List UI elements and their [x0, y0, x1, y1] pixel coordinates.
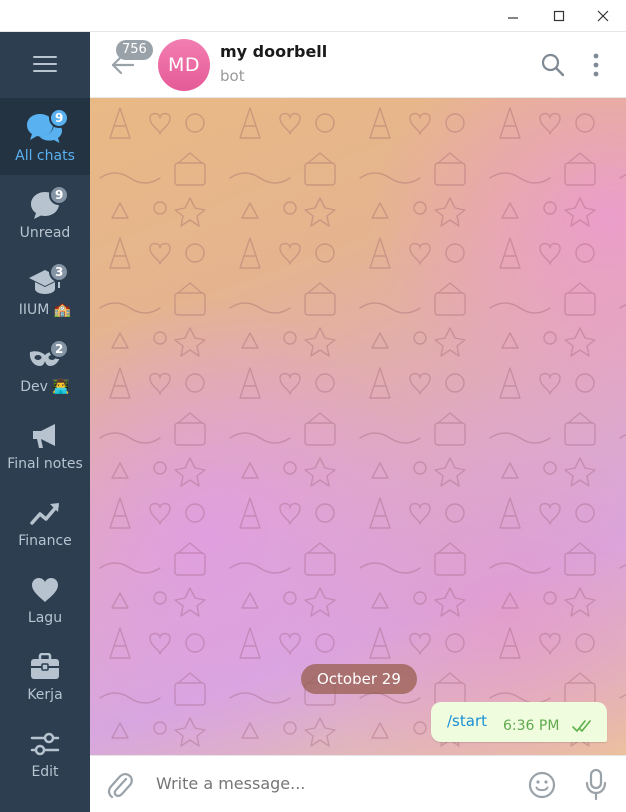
- folder-finance[interactable]: Finance: [0, 483, 90, 560]
- megaphone-icon: [25, 418, 65, 454]
- folder-label: Edit: [31, 764, 59, 780]
- folder-label: Unread: [19, 225, 71, 241]
- maximize-icon: [553, 10, 565, 22]
- smiley-icon: [528, 771, 556, 799]
- more-vertical-icon: [593, 53, 599, 77]
- attach-button[interactable]: [106, 770, 134, 800]
- close-icon: [597, 10, 609, 22]
- folders-sidebar: 9 All chats 9 Unread 3 IIUM 🏫: [0, 32, 90, 812]
- main-menu-button[interactable]: [0, 32, 90, 96]
- double-check-icon: [572, 720, 591, 732]
- folder-label: IIUM 🏫: [18, 302, 72, 318]
- microphone-icon: [585, 768, 607, 801]
- back-unread-count: 756: [116, 40, 153, 60]
- folder-label: Kerja: [27, 687, 63, 703]
- folder-kerja[interactable]: Kerja: [0, 637, 90, 714]
- avatar[interactable]: MD: [158, 39, 210, 91]
- emoji-button[interactable]: [527, 770, 557, 800]
- folder-label: All chats: [15, 148, 75, 164]
- date-separator: October 29: [301, 664, 417, 694]
- folder-final-notes[interactable]: Final notes: [0, 406, 90, 483]
- more-menu-button[interactable]: [584, 50, 608, 80]
- folder-label: Dev 👨‍💻: [20, 379, 70, 395]
- unread-badge: 3: [49, 262, 70, 282]
- folder-iium[interactable]: 3 IIUM 🏫: [0, 252, 90, 329]
- unread-badge: 9: [49, 108, 70, 128]
- unread-badge: 9: [49, 185, 70, 205]
- folder-all-chats[interactable]: 9 All chats: [0, 98, 90, 175]
- folder-label: Final notes: [7, 456, 83, 472]
- message-composer: [90, 755, 626, 812]
- chat-title[interactable]: my doorbell: [220, 42, 327, 61]
- folder-edit[interactable]: Edit: [0, 714, 90, 791]
- close-button[interactable]: [580, 0, 626, 32]
- search-button[interactable]: [538, 50, 568, 80]
- minimize-button[interactable]: [490, 0, 536, 32]
- maximize-button[interactable]: [536, 0, 582, 32]
- briefcase-icon: [25, 649, 65, 685]
- heart-icon: [25, 572, 65, 608]
- wallpaper-pattern: [90, 98, 626, 755]
- voice-record-button[interactable]: [583, 768, 609, 802]
- chat-header: 756 MD my doorbell bot: [90, 32, 626, 98]
- unread-badge: 2: [49, 339, 70, 359]
- paperclip-icon: [107, 773, 133, 799]
- window-titlebar: [0, 0, 626, 32]
- search-icon: [541, 53, 565, 77]
- sliders-icon: [25, 726, 65, 762]
- folder-unread[interactable]: 9 Unread: [0, 175, 90, 252]
- message-time: 6:36 PM: [503, 718, 560, 734]
- folder-label: Lagu: [27, 610, 63, 626]
- folder-label: Finance: [18, 533, 72, 549]
- message-text[interactable]: /start: [447, 712, 487, 730]
- hamburger-icon: [33, 56, 57, 72]
- message-input[interactable]: [156, 774, 456, 793]
- folder-dev[interactable]: 2 Dev 👨‍💻: [0, 329, 90, 406]
- chat-subtitle: bot: [220, 67, 245, 85]
- chart-up-icon: [25, 495, 65, 531]
- minimize-icon: [508, 17, 518, 19]
- message-area[interactable]: October 29 /start 6:36 PM: [90, 98, 626, 755]
- outgoing-message[interactable]: /start 6:36 PM: [431, 702, 607, 742]
- folder-lagu[interactable]: Lagu: [0, 560, 90, 637]
